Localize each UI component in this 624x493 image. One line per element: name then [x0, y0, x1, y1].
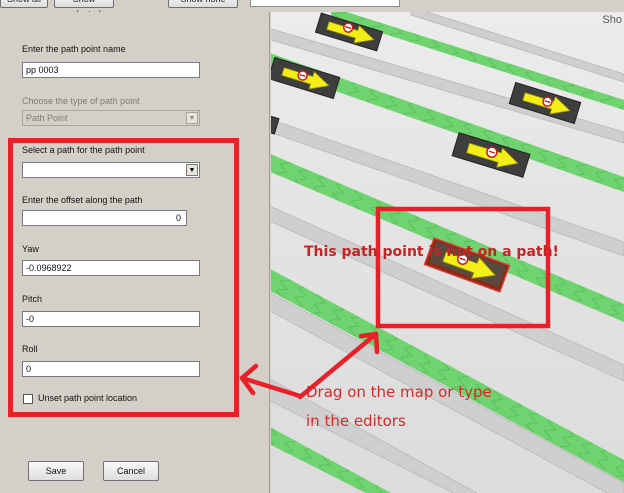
name-field[interactable]: pp 0003 [22, 62, 200, 78]
hint-text-line-1: Drag on the map or type [306, 383, 492, 401]
type-select[interactable]: Path Point ▼ [22, 110, 200, 126]
name-label: Enter the path point name [22, 44, 126, 54]
type-select-value: Path Point [26, 113, 68, 123]
type-label: Choose the type of path point [22, 96, 140, 106]
chevron-down-icon: ▼ [186, 112, 198, 124]
show-all-button[interactable]: Show all [0, 0, 48, 8]
toolbar-search-field[interactable] [250, 0, 400, 7]
not-on-path-warning: This path point is not on a path! [304, 244, 559, 260]
save-button[interactable]: Save [28, 461, 84, 481]
hint-text-line-2: in the editors [306, 412, 406, 430]
path-point-marker-2[interactable] [271, 56, 341, 100]
cancel-button[interactable]: Cancel [103, 461, 159, 481]
show-selected-button[interactable]: Show selected [54, 0, 114, 12]
toolbar: Show all Show selected Show none [0, 0, 624, 12]
left-arrow-icon [239, 363, 303, 399]
editors-highlight-box [8, 138, 239, 417]
map-corner-label: Sho [602, 14, 622, 26]
show-none-button[interactable]: Show none [168, 0, 238, 8]
